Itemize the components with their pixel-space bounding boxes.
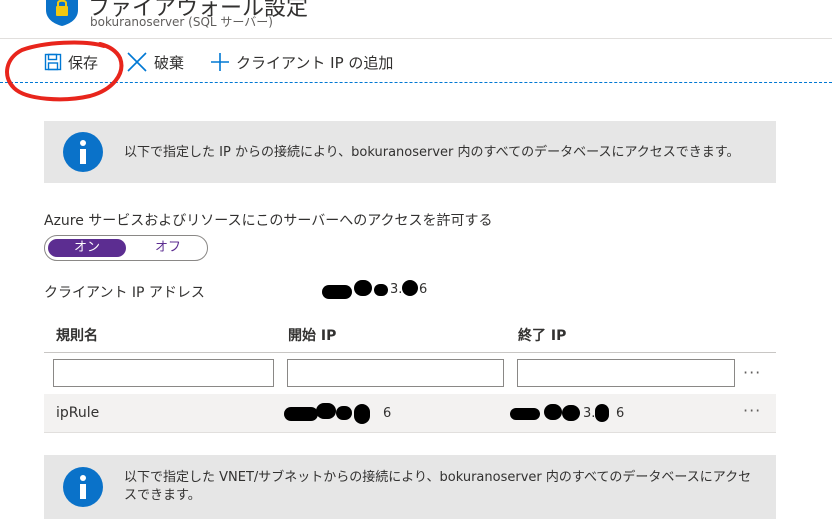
table-header-divider	[44, 352, 776, 353]
info-icon	[63, 467, 103, 507]
info-banner-text: 以下で指定した IP からの接続により、bokuranoserver 内のすべて…	[124, 145, 740, 160]
start-ip-fragment: 6	[383, 406, 392, 421]
page-subtitle: bokuranoserver (SQL サーバー)	[90, 15, 273, 29]
azure-access-toggle[interactable]: オン オフ	[44, 235, 208, 261]
azure-access-label: Azure サービスおよびリソースにこのサーバーへのアクセスを許可する	[44, 213, 493, 229]
redaction-mark	[284, 407, 318, 421]
redaction-mark	[544, 404, 562, 420]
rule-name-input[interactable]	[53, 359, 274, 387]
start-ip-input[interactable]	[287, 359, 504, 387]
info-banner-vnet: 以下で指定した VNET/サブネットからの接続により、bokuranoserve…	[44, 455, 776, 519]
redaction-mark	[336, 406, 352, 420]
client-ip-label: クライアント IP アドレス	[44, 285, 205, 301]
redaction-mark	[354, 280, 372, 296]
start-ip-cell: 6	[284, 402, 404, 426]
row-more-button[interactable]: ···	[743, 401, 761, 420]
info-banner-text: 以下で指定した VNET/サブネットからの接続により、bokuranoserve…	[124, 470, 752, 503]
toggle-on-option[interactable]: オン	[48, 239, 126, 257]
table-row-divider	[44, 432, 776, 433]
annotation-circle	[5, 40, 124, 102]
discard-button[interactable]: 破棄	[126, 50, 184, 74]
end-ip-fragment: 6	[616, 406, 625, 421]
end-ip-cell: 3. 6	[510, 402, 630, 426]
client-ip-fragment: 6	[419, 282, 428, 297]
info-icon	[63, 132, 103, 172]
redaction-mark	[402, 280, 418, 296]
redaction-mark	[374, 284, 388, 296]
end-ip-input[interactable]	[517, 359, 735, 387]
redaction-mark	[510, 408, 540, 420]
client-ip-fragment: 3.	[390, 282, 403, 297]
header-divider	[0, 38, 832, 39]
redaction-mark	[562, 405, 580, 421]
shield-icon	[46, 0, 78, 26]
info-banner-ip: 以下で指定した IP からの接続により、bokuranoserver 内のすべて…	[44, 121, 776, 183]
redaction-mark	[322, 285, 352, 299]
column-header-start-ip: 開始 IP	[288, 328, 337, 344]
end-ip-fragment: 3.	[583, 406, 596, 421]
rule-name-cell: ipRule	[56, 405, 100, 421]
redaction-mark	[595, 404, 609, 422]
add-client-ip-button[interactable]: クライアント IP の追加	[210, 50, 393, 74]
redaction-mark	[316, 403, 336, 419]
column-header-end-ip: 終了 IP	[518, 328, 567, 344]
plus-icon	[211, 53, 229, 71]
add-client-ip-label: クライアント IP の追加	[236, 53, 394, 72]
new-row-more-button[interactable]: ···	[743, 363, 761, 382]
discard-label: 破棄	[154, 53, 185, 72]
column-header-rule-name: 規則名	[56, 328, 98, 344]
redaction-mark	[354, 404, 370, 424]
client-ip-value: 3. 6	[322, 280, 432, 300]
toggle-off-option[interactable]: オフ	[131, 239, 205, 257]
table-row[interactable]	[44, 394, 776, 432]
close-icon	[127, 52, 147, 72]
